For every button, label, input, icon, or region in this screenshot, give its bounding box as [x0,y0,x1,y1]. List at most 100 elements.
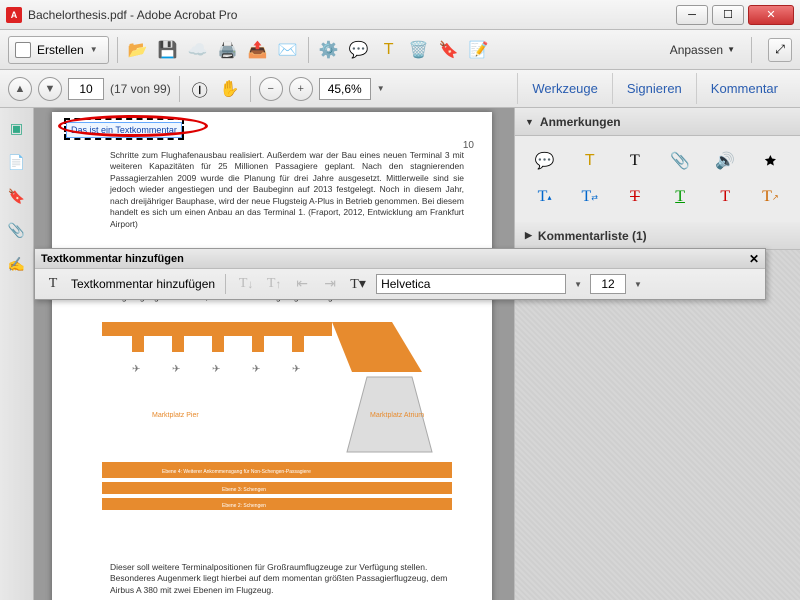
cloud-icon[interactable]: ☁️ [186,38,210,62]
bookmark-icon[interactable]: 🔖 [7,186,27,206]
indent-left-icon[interactable]: ⇤ [292,274,312,294]
highlight-text-tool[interactable]: T [570,148,609,174]
share-icon[interactable]: 📤 [246,38,270,62]
page-text: Schritte zum Flughafenausbau realisiert.… [110,150,464,230]
page-down-button[interactable]: ▼ [38,77,62,101]
add-text-tool[interactable]: T [615,148,654,174]
sticky-note-tool[interactable]: 💬 [525,148,564,174]
fig-label-atrium: Marktplatz Atrium [370,412,424,419]
audio-tool[interactable]: 🔊 [706,148,745,174]
separator [250,76,251,102]
attach-file-tool[interactable]: 📎 [661,148,700,174]
font-size-select[interactable] [590,274,626,294]
maximize-button[interactable]: ☐ [712,5,744,25]
create-button[interactable]: Erstellen ▼ [8,36,109,64]
comment-list-title: Kommentarliste (1) [538,229,647,243]
page-number-input[interactable] [68,78,104,100]
font-family-select[interactable] [376,274,566,294]
separator [751,37,752,63]
svg-text:Ebene 2: Schengen: Ebene 2: Schengen [222,503,266,509]
page-number: 10 [463,140,474,151]
document-viewport[interactable]: Das ist ein Textkommentar 10 Schritte zu… [34,108,514,600]
page-count-label: (17 von 99) [110,82,171,96]
fig-label-pier: Marktplatz Pier [152,412,199,419]
svg-text:✈: ✈ [132,364,140,375]
chevron-down-icon[interactable]: ▼ [574,280,582,289]
open-icon[interactable]: 📂 [126,38,150,62]
nav-toolbar: ▲ ▼ (17 von 99) Ⓘ ✋ − + ▼ Werkzeuge Sign… [0,70,800,108]
insert-text-tool[interactable]: T▴ [525,184,564,210]
separator [308,37,309,63]
minimize-button[interactable]: ─ [676,5,708,25]
main-toolbar: Erstellen ▼ 📂 💾 ☁️ 🖨️ 📤 ✉️ ⚙️ 💬 T 🗑️ 🔖 📝… [0,30,800,70]
callout-tool[interactable]: T↗ [751,184,790,210]
text-comment-toolbar-title[interactable]: Textkommentar hinzufügen ✕ [35,249,765,269]
stamp-icon[interactable]: 🔖 [437,38,461,62]
select-tool-icon[interactable]: Ⓘ [188,77,212,101]
text-comment-toolbar[interactable]: Textkommentar hinzufügen ✕ T Textkomment… [34,248,766,300]
svg-text:✈: ✈ [172,364,180,375]
customize-menu[interactable]: Anpassen ▼ [662,39,743,61]
svg-text:✈: ✈ [252,364,260,375]
window-title: Bachelorthesis.pdf - Adobe Acrobat Pro [28,8,672,22]
text-box-tool[interactable]: T [706,184,745,210]
edit-icon[interactable]: 📝 [467,38,491,62]
comment-list-header[interactable]: ▶ Kommentarliste (1) [515,222,800,250]
tab-sign[interactable]: Signieren [612,73,696,104]
chevron-down-icon[interactable]: ▼ [634,280,642,289]
chevron-down-icon: ▼ [525,117,534,127]
zoom-out-button[interactable]: − [259,77,283,101]
zoom-input[interactable] [319,78,371,100]
indent-right-icon[interactable]: ⇥ [320,274,340,294]
text-tool-icon[interactable]: T [43,274,63,294]
main-area: ▣ 📄 🔖 📎 ✍️ Das ist ein Textkommentar 10 … [0,108,800,600]
underline-tool[interactable]: T [661,184,700,210]
highlight-icon[interactable]: T [377,38,401,62]
print-icon[interactable]: 🖨️ [216,38,240,62]
mail-icon[interactable]: ✉️ [276,38,300,62]
fullscreen-button[interactable]: ⤢ [768,38,792,62]
tab-comment[interactable]: Kommentar [696,73,792,104]
annotations-header[interactable]: ▼ Anmerkungen [515,108,800,136]
page-figure: ✈✈✈✈✈ Marktplatz Pier Marktplatz Atrium … [92,312,462,552]
create-label: Erstellen [37,43,84,57]
save-icon[interactable]: 💾 [156,38,180,62]
chevron-down-icon: ▼ [727,45,735,54]
thumbnails-icon[interactable]: ▣ [7,118,27,138]
delete-note-icon[interactable]: 🗑️ [407,38,431,62]
app-icon: A [6,7,22,23]
page-up-button[interactable]: ▲ [8,77,32,101]
replace-text-tool[interactable]: T⇄ [570,184,609,210]
signature-icon[interactable]: ✍️ [7,254,27,274]
document-icon [15,42,31,58]
text-comment-content[interactable]: Das ist ein Textkommentar [66,122,182,138]
chevron-down-icon[interactable]: ▼ [377,84,385,93]
text-comment-box[interactable]: Das ist ein Textkommentar [64,118,184,140]
decrease-font-icon[interactable]: T↓ [236,274,256,294]
close-button[interactable]: ✕ [748,5,794,25]
hand-tool-icon[interactable]: ✋ [218,77,242,101]
window-titlebar: A Bachelorthesis.pdf - Adobe Acrobat Pro… [0,0,800,30]
svg-text:Ebene 4: Weiterer Ankommensgan: Ebene 4: Weiterer Ankommensgang für Non-… [162,469,311,475]
annotations-title: Anmerkungen [540,115,621,129]
right-panel: ▼ Anmerkungen 💬 T T 📎 🔊 🟊 T▴ T⇄ T T T T↗… [514,108,800,600]
text-comment-label: Textkommentar hinzufügen [71,277,215,291]
chevron-right-icon: ▶ [525,230,532,241]
attachment-icon[interactable]: 📎 [7,220,27,240]
strikethrough-tool[interactable]: T [615,184,654,210]
separator [179,76,180,102]
separator [117,37,118,63]
stamp-tool[interactable]: 🟊 [751,148,790,174]
gear-icon[interactable]: ⚙️ [317,38,341,62]
note-icon[interactable]: 💬 [347,38,371,62]
sidebar: ▣ 📄 🔖 📎 ✍️ [0,108,34,600]
svg-text:Ebene 3: Schengen: Ebene 3: Schengen [222,487,266,493]
increase-font-icon[interactable]: T↑ [264,274,284,294]
annotation-tools: 💬 T T 📎 🔊 🟊 T▴ T⇄ T T T T↗ [515,136,800,222]
pages-icon[interactable]: 📄 [7,152,27,172]
text-color-icon[interactable]: T▾ [348,274,368,294]
zoom-in-button[interactable]: + [289,77,313,101]
toolbar-title-label: Textkommentar hinzufügen [41,253,184,265]
tab-tools[interactable]: Werkzeuge [517,73,612,104]
close-icon[interactable]: ✕ [749,252,759,266]
